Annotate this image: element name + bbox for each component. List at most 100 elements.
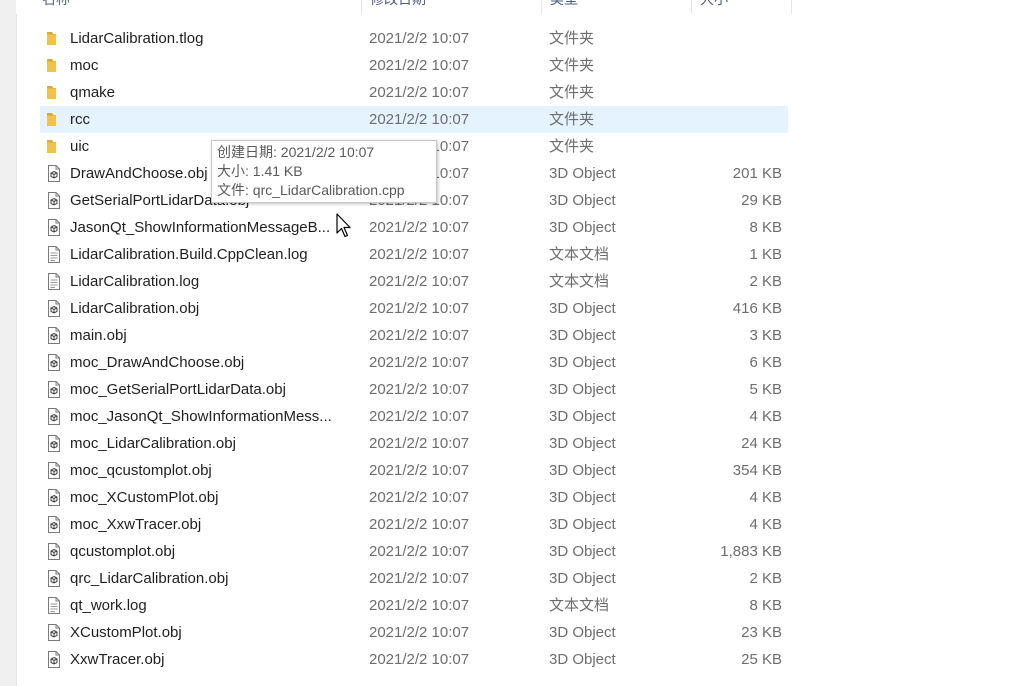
file-row[interactable]: LidarCalibration.tlog 2021/2/2 10:07 文件夹 [40, 25, 788, 52]
file-type: 3D Object [549, 327, 616, 344]
file-row[interactable]: qrc_LidarCalibration.obj 2021/2/2 10:07 3D… [40, 565, 788, 592]
file-type: 3D Object [549, 651, 616, 668]
file-type: 文件夹 [549, 30, 595, 47]
file-name: LidarCalibration.tlog [70, 30, 204, 47]
file-row[interactable]: moc 2021/2/2 10:07 文件夹 [40, 52, 788, 79]
file-type: 3D Object [549, 570, 616, 587]
file-name: moc_XxwTracer.obj [70, 516, 202, 533]
file-size: 4 KB [749, 489, 782, 506]
file-type: 文件夹 [549, 84, 595, 101]
file-name: XCustomPlot.obj [70, 624, 182, 641]
file-date-modified: 2021/2/2 10:07 [369, 300, 470, 317]
file-type: 文件夹 [549, 57, 595, 74]
file-row[interactable]: LidarCalibration.Build.CppClean.log 2021/… [40, 241, 788, 268]
column-header-type[interactable]: 类型 [542, 0, 692, 14]
file-size: 2 KB [749, 570, 782, 587]
file-date-modified: 2021/2/2 10:07 [369, 57, 470, 74]
file-type: 3D Object [549, 192, 616, 209]
file-size: 1 KB [749, 246, 782, 263]
file-name: LidarCalibration.log [70, 273, 200, 290]
file-type: 3D Object [549, 354, 616, 371]
file-date-modified: 2021/2/2 10:07 [369, 111, 470, 128]
file-row[interactable]: moc_XCustomPlot.obj 2021/2/2 10:07 3D Obje… [40, 484, 788, 511]
file-date-modified: 2021/2/2 10:07 [369, 327, 470, 344]
file-row[interactable]: moc_qcustomplot.obj 2021/2/2 10:07 3D Obje… [40, 457, 788, 484]
file-type: 3D Object [549, 219, 616, 236]
file-name: moc [70, 57, 99, 74]
3d-object-file-icon [48, 165, 60, 182]
file-row[interactable]: LidarCalibration.log 2021/2/2 10:07 文本文档 2 … [40, 268, 788, 295]
file-name: moc_DrawAndChoose.obj [70, 354, 245, 371]
file-row[interactable]: qcustomplot.obj 2021/2/2 10:07 3D Object 1,… [40, 538, 788, 565]
file-date-modified: 2021/2/2 10:07 [369, 84, 470, 101]
column-header-modified[interactable]: 修改日期 [362, 0, 542, 14]
file-name: qrc_LidarCalibration.obj [70, 570, 229, 587]
file-type: 文本文档 [549, 597, 610, 614]
column-header-name[interactable]: 名称 [34, 0, 362, 14]
3d-object-file-icon [48, 219, 60, 236]
file-size: 29 KB [741, 192, 782, 209]
file-row[interactable]: moc_LidarCalibration.obj 2021/2/2 10:07 3D… [40, 430, 788, 457]
file-type: 3D Object [549, 300, 616, 317]
file-row[interactable]: qmake 2021/2/2 10:07 文件夹 [40, 79, 788, 106]
file-name: qmake [70, 84, 116, 101]
file-size: 2 KB [749, 273, 782, 290]
file-type: 3D Object [549, 435, 616, 452]
file-date-modified: 2021/2/2 10:07 [369, 543, 470, 560]
3d-object-file-icon [48, 354, 60, 371]
file-row[interactable]: XCustomPlot.obj 2021/2/2 10:07 3D Object 23… [40, 619, 788, 646]
file-size: 4 KB [749, 408, 782, 425]
file-row[interactable]: rcc 2021/2/2 10:07 文件夹 [40, 106, 788, 133]
file-size: 4 KB [749, 516, 782, 533]
file-type: 文件夹 [549, 111, 595, 128]
folder-icon [47, 32, 56, 45]
file-row[interactable]: LidarCalibration.obj 2021/2/2 10:07 3D Obj… [40, 295, 788, 322]
file-date-modified: 2021/2/2 10:07 [369, 354, 470, 371]
file-row[interactable]: JasonQt_ShowInformationMessageB... 2021/2… [40, 214, 788, 241]
file-row[interactable]: moc_GetSerialPortLidarData.obj 2021/2/2 1… [40, 376, 788, 403]
file-name: main.obj [70, 327, 127, 344]
3d-object-file-icon [48, 489, 60, 506]
file-size: 6 KB [749, 354, 782, 371]
file-size: 25 KB [741, 651, 782, 668]
file-date-modified: 2021/2/2 10:07 [369, 516, 470, 533]
file-row[interactable]: qt_work.log 2021/2/2 10:07 文本文档 8 KB [40, 592, 788, 619]
file-date-modified: 2021/2/2 10:07 [369, 30, 470, 47]
file-name: moc_LidarCalibration.obj [70, 435, 236, 452]
3d-object-file-icon [48, 462, 60, 479]
folder-icon [47, 113, 56, 126]
file-date-modified: 2021/2/2 10:07 [369, 273, 470, 290]
file-size: 8 KB [749, 219, 782, 236]
3d-object-file-icon [48, 516, 60, 533]
file-size: 416 KB [732, 300, 782, 317]
file-row[interactable]: moc_DrawAndChoose.obj 2021/2/2 10:07 3D Ob… [40, 349, 788, 376]
file-tooltip: 创建日期: 2021/2/2 10:07 大小: 1.41 KB 文件: qrc… [211, 140, 437, 203]
column-header: 名称 修改日期 类型 大小 [16, 0, 792, 14]
column-header-size[interactable]: 大小 [692, 0, 792, 14]
3d-object-file-icon [48, 408, 60, 425]
3d-object-file-icon [48, 570, 60, 587]
file-name: qt_work.log [70, 597, 147, 614]
file-date-modified: 2021/2/2 10:07 [369, 408, 470, 425]
file-row[interactable]: main.obj 2021/2/2 10:07 3D Object 3 KB [40, 322, 788, 349]
file-name: JasonQt_ShowInformationMessageB... [70, 219, 331, 236]
file-type: 文本文档 [549, 246, 610, 263]
file-type: 3D Object [549, 516, 616, 533]
file-row[interactable]: XxwTracer.obj 2021/2/2 10:07 3D Object 25 K… [40, 646, 788, 673]
file-type: 3D Object [549, 165, 616, 182]
tooltip-created: 创建日期: 2021/2/2 10:07 [217, 144, 375, 160]
file-name: moc_JasonQt_ShowInformationMess... [70, 408, 332, 425]
file-type: 文件夹 [549, 138, 595, 155]
file-name: rcc [70, 111, 90, 128]
file-date-modified: 2021/2/2 10:07 [369, 219, 470, 236]
tooltip-size: 大小: 1.41 KB [217, 163, 303, 179]
3d-object-file-icon [48, 435, 60, 452]
file-size: 23 KB [741, 624, 782, 641]
file-size: 24 KB [741, 435, 782, 452]
file-row[interactable]: moc_JasonQt_ShowInformationMess... 2021/2… [40, 403, 788, 430]
mouse-pointer-icon [336, 213, 351, 238]
file-type: 3D Object [549, 408, 616, 425]
file-type: 3D Object [549, 462, 616, 479]
3d-object-file-icon [48, 624, 60, 641]
file-row[interactable]: moc_XxwTracer.obj 2021/2/2 10:07 3D Object… [40, 511, 788, 538]
